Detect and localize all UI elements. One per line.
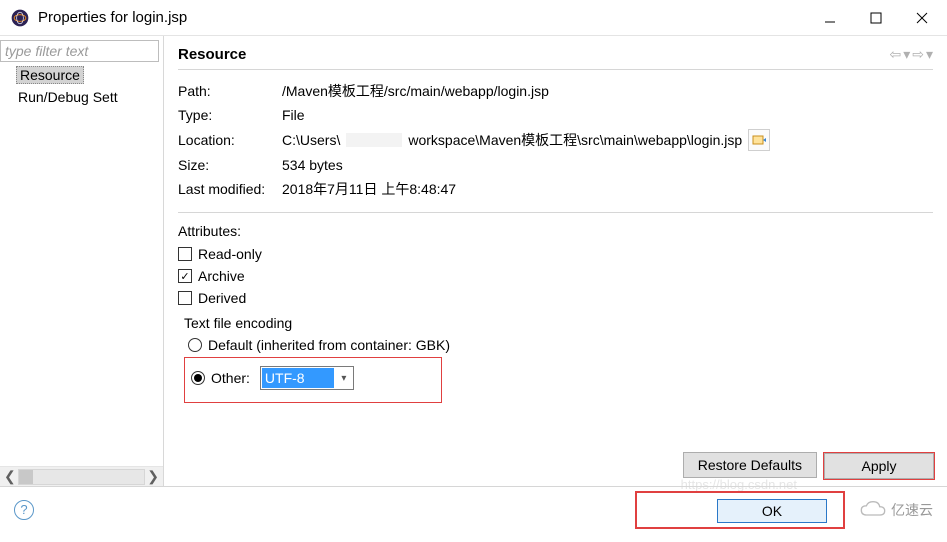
- redacted-block: [346, 133, 402, 147]
- ok-button[interactable]: OK: [717, 499, 827, 523]
- main-panel: Resource ⇦▾ ⇨▾ Path:/Maven模板工程/src/main/…: [164, 36, 947, 486]
- sidebar-scrollbar[interactable]: ❮ ❯: [0, 466, 163, 486]
- forward-menu-icon[interactable]: ▾: [926, 46, 933, 63]
- location-value: C:\Users\workspace\Maven模板工程\src\main\we…: [282, 129, 770, 151]
- encoding-other-radio[interactable]: [191, 371, 205, 385]
- scroll-right-icon[interactable]: ❯: [147, 468, 159, 485]
- type-label: Type:: [178, 107, 282, 123]
- maximize-button[interactable]: [867, 9, 885, 27]
- readonly-checkbox[interactable]: [178, 247, 192, 261]
- scroll-left-icon[interactable]: ❮: [4, 468, 16, 485]
- titlebar: Properties for login.jsp: [0, 0, 947, 36]
- size-label: Size:: [178, 157, 282, 173]
- watermark-logo: 亿速云: [859, 500, 933, 520]
- forward-icon[interactable]: ⇨: [912, 46, 924, 63]
- derived-label: Derived: [198, 290, 246, 306]
- type-value: File: [282, 107, 305, 123]
- close-button[interactable]: [913, 9, 931, 27]
- back-menu-icon[interactable]: ▾: [903, 46, 910, 63]
- back-icon[interactable]: ⇦: [889, 46, 901, 63]
- modified-value: 2018年7月11日 上午8:48:47: [282, 179, 456, 199]
- encoding-default-label: Default (inherited from container: GBK): [208, 337, 450, 353]
- attributes-heading: Attributes:: [178, 223, 933, 239]
- encoding-combo[interactable]: UTF-8 ▾: [260, 366, 354, 390]
- archive-label: Archive: [198, 268, 245, 284]
- path-value: /Maven模板工程/src/main/webapp/login.jsp: [282, 81, 549, 101]
- encoding-combo-value: UTF-8: [262, 368, 334, 388]
- help-icon[interactable]: ?: [14, 500, 34, 520]
- bottom-bar: ? OK 亿速云: [0, 486, 947, 532]
- page-heading: Resource: [178, 46, 889, 63]
- show-in-explorer-button[interactable]: [748, 129, 770, 151]
- modified-label: Last modified:: [178, 181, 282, 197]
- encoding-highlight-box: Other: UTF-8 ▾: [184, 357, 442, 403]
- sidebar-item-resource[interactable]: Resource: [16, 66, 84, 84]
- location-label: Location:: [178, 132, 282, 148]
- archive-checkbox[interactable]: ✓: [178, 269, 192, 283]
- filter-input[interactable]: type filter text: [0, 40, 159, 62]
- size-value: 534 bytes: [282, 157, 343, 173]
- sidebar-item-rundebug[interactable]: Run/Debug Sett: [4, 87, 159, 106]
- restore-defaults-button[interactable]: Restore Defaults: [683, 452, 817, 478]
- apply-highlight: Apply: [823, 452, 935, 480]
- chevron-down-icon[interactable]: ▾: [335, 373, 353, 384]
- ok-highlight: OK: [635, 491, 845, 529]
- sidebar: type filter text Resource Run/Debug Sett…: [0, 36, 164, 486]
- window-title: Properties for login.jsp: [38, 9, 821, 26]
- category-list: Resource Run/Debug Sett: [0, 64, 163, 466]
- minimize-button[interactable]: [821, 9, 839, 27]
- apply-button[interactable]: Apply: [824, 453, 934, 479]
- derived-checkbox[interactable]: [178, 291, 192, 305]
- window-controls: [821, 9, 931, 27]
- encoding-default-radio[interactable]: [188, 338, 202, 352]
- encoding-other-label: Other:: [211, 370, 250, 386]
- path-label: Path:: [178, 83, 282, 99]
- readonly-label: Read-only: [198, 246, 262, 262]
- nav-arrows: ⇦▾ ⇨▾: [889, 46, 933, 63]
- eclipse-icon: [10, 8, 30, 28]
- encoding-group-label: Text file encoding: [184, 315, 933, 331]
